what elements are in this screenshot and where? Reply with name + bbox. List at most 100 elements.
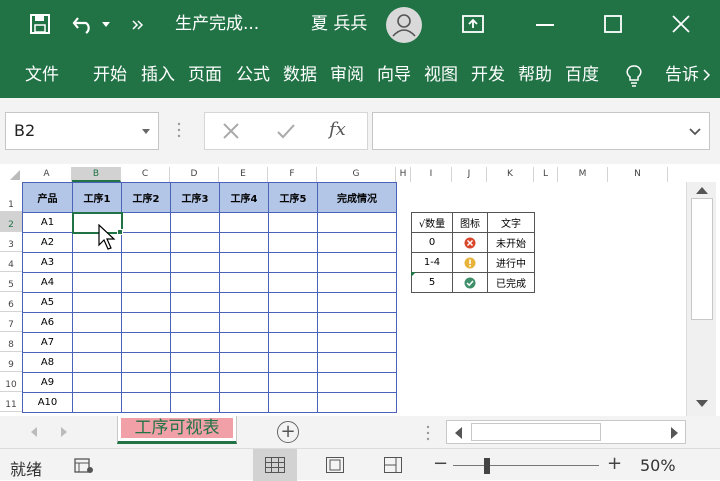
cell[interactable]	[317, 352, 397, 373]
cell[interactable]	[170, 352, 220, 373]
tab-help[interactable]: 帮助	[518, 63, 558, 87]
zoom-slider-thumb[interactable]	[484, 458, 490, 474]
cell[interactable]	[219, 272, 269, 293]
column-header-h[interactable]: H	[396, 167, 411, 182]
cell[interactable]	[170, 212, 220, 233]
cell[interactable]	[219, 232, 269, 253]
cell[interactable]	[170, 232, 220, 253]
more-commands-icon[interactable]	[132, 20, 144, 30]
cell[interactable]	[72, 312, 122, 333]
row-header-9[interactable]: 9	[0, 352, 22, 372]
cell[interactable]	[121, 252, 171, 273]
row-header-7[interactable]: 7	[0, 312, 22, 332]
header-product[interactable]: 产品	[22, 182, 73, 213]
tab-insert[interactable]: 插入	[141, 63, 181, 87]
column-header-j[interactable]: J	[452, 167, 487, 182]
user-name[interactable]: 夏 兵兵	[311, 12, 367, 36]
undo-dropdown-icon[interactable]	[102, 22, 110, 28]
cell[interactable]	[317, 212, 397, 233]
grip-icon[interactable]	[177, 122, 181, 138]
scroll-left-icon[interactable]	[454, 427, 462, 439]
cell[interactable]	[170, 332, 220, 353]
column-header-i[interactable]: I	[411, 167, 452, 182]
cell[interactable]	[121, 392, 171, 413]
cell[interactable]	[219, 392, 269, 413]
tab-home[interactable]: 开始	[93, 63, 133, 87]
cell[interactable]	[170, 252, 220, 273]
save-icon[interactable]	[30, 14, 50, 34]
cell[interactable]	[72, 352, 122, 373]
name-box[interactable]: B2	[5, 112, 159, 150]
header-step-1[interactable]: 工序1	[72, 182, 122, 213]
cancel-icon[interactable]	[223, 123, 239, 139]
sheet-prev-icon[interactable]	[30, 427, 38, 437]
header-step-4[interactable]: 工序4	[219, 182, 269, 213]
cell[interactable]	[268, 372, 318, 393]
legend-qty[interactable]: 5	[411, 272, 453, 293]
legend-text[interactable]: 未开始	[487, 232, 535, 253]
legend-qty[interactable]: 1-4	[411, 252, 453, 273]
cell[interactable]	[72, 392, 122, 413]
legend-header-text[interactable]: 文字	[487, 212, 535, 233]
cell[interactable]	[219, 212, 269, 233]
lightbulb-icon[interactable]	[626, 65, 642, 87]
ribbon-scroll-right-icon[interactable]	[703, 69, 711, 81]
row-header-8[interactable]: 8	[0, 332, 22, 352]
cell[interactable]	[219, 352, 269, 373]
cell[interactable]	[219, 312, 269, 333]
row-header-10[interactable]: 10	[0, 372, 22, 392]
cell[interactable]	[121, 332, 171, 353]
cell[interactable]	[268, 252, 318, 273]
column-header-m[interactable]: M	[558, 167, 608, 182]
cell[interactable]	[317, 292, 397, 313]
cell[interactable]	[72, 292, 122, 313]
product-cell[interactable]: A2	[22, 232, 73, 253]
product-cell[interactable]: A1	[22, 212, 73, 233]
worksheet-grid[interactable]: A B C D E F G H I J K L M N 1 2 3 4 5 6 …	[0, 164, 720, 416]
page-break-view-icon[interactable]	[384, 457, 402, 473]
expand-formula-bar-icon[interactable]	[689, 128, 701, 136]
cell[interactable]	[268, 312, 318, 333]
cell[interactable]	[317, 252, 397, 273]
column-header-l[interactable]: L	[534, 167, 558, 182]
cell[interactable]	[268, 272, 318, 293]
cell[interactable]	[121, 372, 171, 393]
scroll-down-icon[interactable]	[696, 400, 708, 408]
cell[interactable]	[268, 292, 318, 313]
tab-data[interactable]: 数据	[283, 63, 323, 87]
cell[interactable]	[317, 392, 397, 413]
product-cell[interactable]: A4	[22, 272, 73, 293]
cell[interactable]	[268, 212, 318, 233]
cell[interactable]	[121, 272, 171, 293]
row-header-3[interactable]: 3	[0, 232, 22, 252]
header-step-3[interactable]: 工序3	[170, 182, 220, 213]
zoom-out-button[interactable]: −	[433, 453, 448, 474]
insert-function-icon[interactable]: fx	[329, 119, 346, 140]
cell[interactable]	[170, 392, 220, 413]
row-header-5[interactable]: 5	[0, 272, 22, 292]
row-header-6[interactable]: 6	[0, 292, 22, 312]
product-cell[interactable]: A5	[22, 292, 73, 313]
close-icon[interactable]	[672, 15, 690, 33]
enter-check-icon[interactable]	[277, 123, 295, 139]
cell[interactable]	[268, 352, 318, 373]
product-cell[interactable]: A8	[22, 352, 73, 373]
header-step-2[interactable]: 工序2	[121, 182, 171, 213]
cell[interactable]	[219, 372, 269, 393]
zoom-level[interactable]: 50%	[640, 456, 676, 475]
product-cell[interactable]: A7	[22, 332, 73, 353]
scroll-up-icon[interactable]	[696, 186, 708, 194]
legend-text[interactable]: 进行中	[487, 252, 535, 273]
zoom-slider-track[interactable]	[453, 465, 599, 466]
legend-icon-cell[interactable]	[452, 232, 488, 253]
macro-record-icon[interactable]	[74, 458, 94, 474]
ribbon-display-options-icon[interactable]	[462, 15, 484, 33]
row-header-11[interactable]: 11	[0, 392, 22, 412]
legend-header-qty[interactable]: √数量	[411, 212, 453, 233]
chevron-down-icon[interactable]	[142, 129, 150, 134]
product-cell[interactable]: A3	[22, 252, 73, 273]
minimize-icon[interactable]	[536, 24, 554, 27]
tab-tell-me[interactable]: 告诉	[665, 63, 701, 87]
row-header-2[interactable]: 2	[0, 212, 22, 232]
cell[interactable]	[72, 272, 122, 293]
